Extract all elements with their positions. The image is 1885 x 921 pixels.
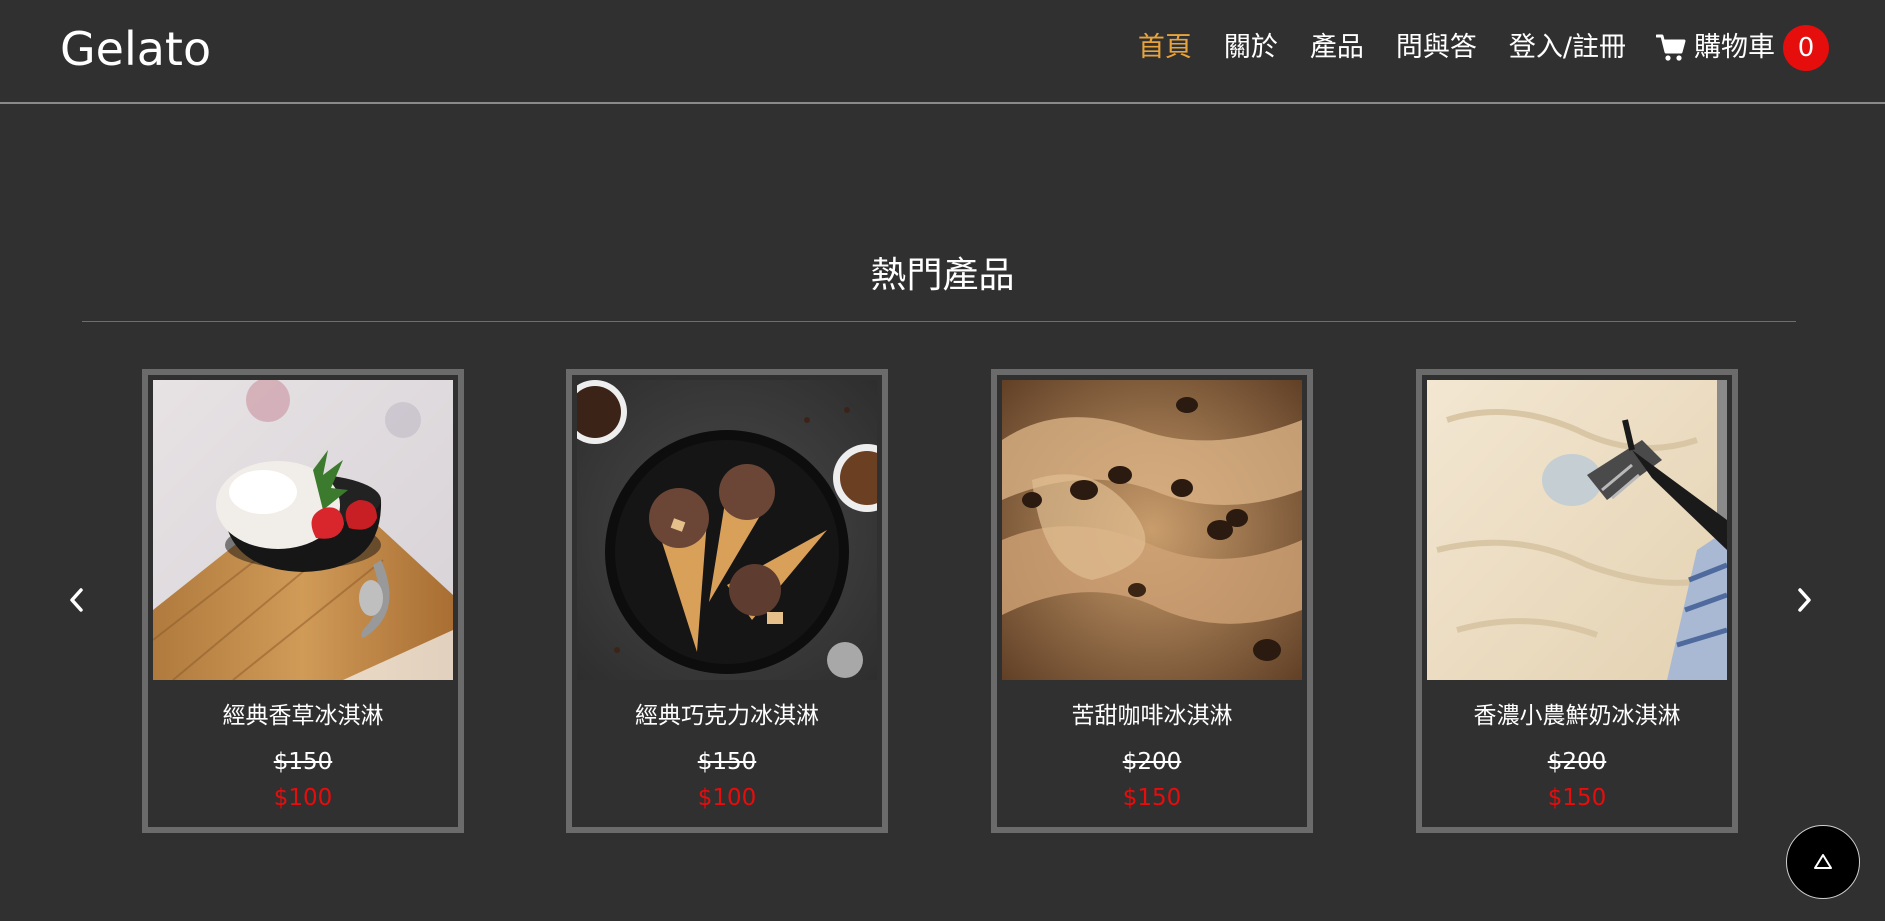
nav-item-faq[interactable]: 問與答 — [1396, 25, 1477, 71]
product-original-price: $200 — [1547, 749, 1607, 775]
product-card[interactable]: 香濃小農鮮奶冰淇淋 $200 $150 — [1416, 369, 1738, 833]
product-original-price: $150 — [273, 749, 333, 775]
product-original-price: $200 — [1122, 749, 1182, 775]
product-sale-price: $100 — [273, 785, 333, 811]
nav-item-home[interactable]: 首頁 — [1138, 25, 1192, 71]
back-to-top-button[interactable] — [1786, 825, 1860, 899]
site-header: Gelato 首頁 關於 產品 問與答 登入/註冊 購物車 0 — [0, 0, 1885, 104]
nav-item-login[interactable]: 登入/註冊 — [1509, 25, 1626, 71]
nav-item-about[interactable]: 關於 — [1224, 25, 1278, 71]
product-sale-price: $100 — [697, 785, 757, 811]
product-sale-price: $150 — [1122, 785, 1182, 811]
shopping-cart-icon — [1656, 34, 1686, 61]
product-image-vanilla — [153, 380, 453, 680]
cart-label: 購物車 — [1694, 32, 1775, 63]
nav-item-products[interactable]: 產品 — [1310, 25, 1364, 71]
triangle-up-icon — [1814, 854, 1832, 869]
product-name: 經典香草冰淇淋 — [222, 703, 384, 729]
brand-logo[interactable]: Gelato — [60, 20, 211, 78]
cart-count-badge: 0 — [1783, 25, 1829, 71]
product-card[interactable]: 苦甜咖啡冰淇淋 $200 $150 — [991, 369, 1313, 833]
product-image-chocolate — [577, 380, 877, 680]
product-image-coffee — [1002, 380, 1302, 680]
product-original-price: $150 — [697, 749, 757, 775]
chevron-right-icon[interactable] — [1789, 584, 1819, 616]
product-image-milk — [1427, 380, 1727, 680]
chevron-left-icon[interactable] — [62, 584, 92, 616]
product-sale-price: $150 — [1547, 785, 1607, 811]
main-nav: 首頁 關於 產品 問與答 登入/註冊 購物車 0 — [1106, 25, 1829, 71]
product-name: 苦甜咖啡冰淇淋 — [1071, 703, 1233, 729]
product-name: 經典巧克力冰淇淋 — [635, 703, 819, 729]
section-title: 熱門產品 — [870, 255, 1015, 296]
cart-button[interactable]: 購物車 0 — [1656, 25, 1829, 71]
product-name: 香濃小農鮮奶冰淇淋 — [1473, 703, 1681, 729]
section-divider — [82, 321, 1796, 322]
product-card[interactable]: 經典巧克力冰淇淋 $150 $100 — [566, 369, 888, 833]
product-card[interactable]: 經典香草冰淇淋 $150 $100 — [142, 369, 464, 833]
